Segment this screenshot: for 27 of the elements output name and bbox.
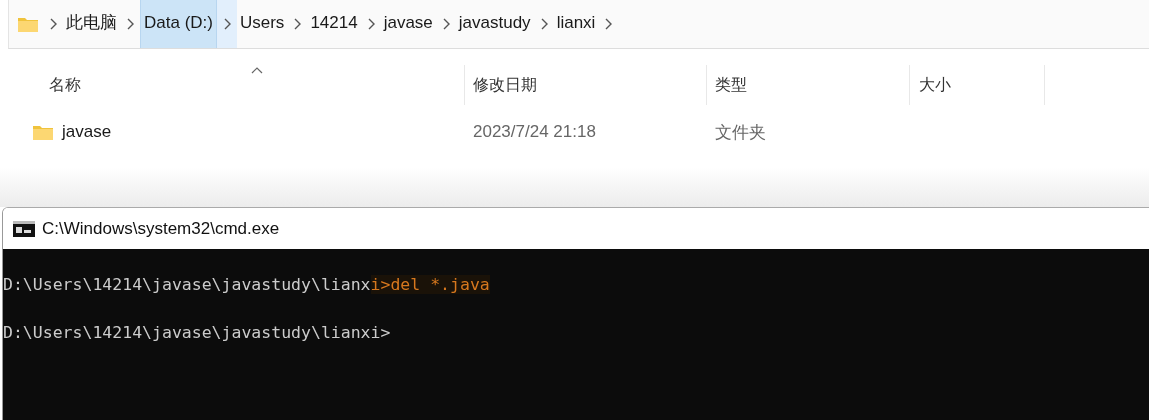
file-type: 文件夹 [715, 121, 766, 144]
sort-caret-icon [250, 67, 263, 74]
column-header: 名称 [49, 74, 81, 95]
column-header: 修改日期 [473, 74, 537, 95]
breadcrumb-item[interactable]: javastudy [455, 0, 534, 48]
column-header: 类型 [715, 74, 747, 95]
breadcrumb-item[interactable]: lianxi [553, 0, 599, 48]
file-name[interactable]: javase [62, 122, 112, 142]
column-header-cell[interactable]: 修改日期 [465, 65, 707, 105]
window-title: C:\Windows\system32\cmd.exe [42, 218, 280, 239]
console-line: D:\Users\14214\javase\javastudy\lianxi>del *.java [3, 274, 491, 296]
column-header-cell[interactable]: 名称 [0, 65, 465, 105]
column-header: 大小 [919, 74, 951, 95]
breadcrumb-item[interactable]: Users [236, 0, 288, 48]
breadcrumb-item[interactable]: Data (D:) [140, 0, 217, 48]
folder-icon [32, 123, 54, 141]
console-icon [13, 220, 35, 237]
breadcrumb-item[interactable]: 14214 [307, 0, 361, 48]
modified-date: 2023/7/24 21:18 [473, 122, 596, 142]
column-header-cell[interactable]: 大小 [910, 65, 1045, 105]
address-bar[interactable]: 此电脑 Data (D:) Users 14214 javase javastudy lianxi [8, 0, 1149, 49]
chevron-icon[interactable] [216, 0, 237, 48]
breadcrumb-item[interactable]: 此电脑 [63, 0, 120, 48]
breadcrumb-item[interactable]: javase [380, 0, 436, 48]
folder-icon [17, 15, 39, 33]
column-header-cell[interactable]: 类型 [707, 65, 910, 105]
console-line: D:\Users\14214\javase\javastudy\lianxi> [3, 322, 392, 344]
